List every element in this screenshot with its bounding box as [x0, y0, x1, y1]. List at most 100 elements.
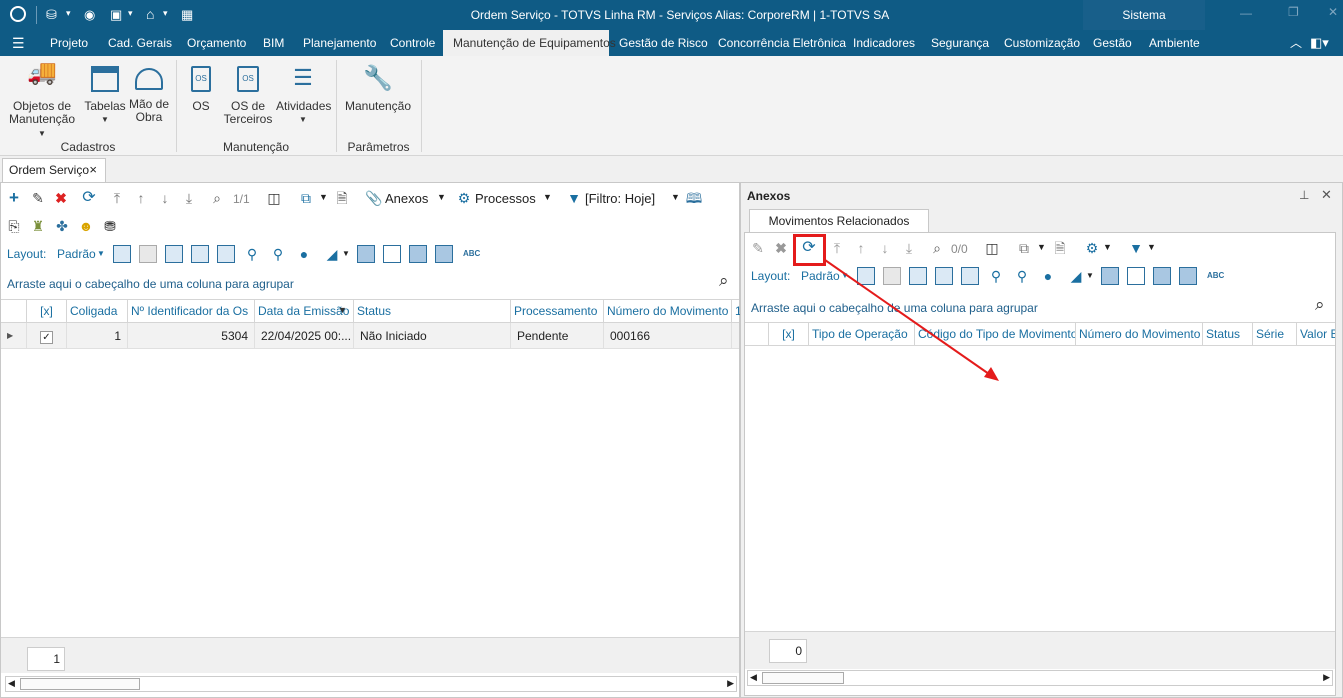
tab-movimentos-relacionados[interactable]: Movimentos Relacionados: [749, 209, 929, 233]
ribbon-tabelas-button[interactable]: Tabelas ▼: [84, 66, 126, 126]
chevron-down-icon[interactable]: ▼: [319, 192, 328, 202]
row-checkbox[interactable]: ✓: [27, 323, 67, 349]
network-icon[interactable]: ⛁: [46, 7, 57, 23]
ribbon-manutencao-parametros-button[interactable]: 🔧 Manutenção: [344, 66, 412, 113]
search-icon[interactable]: ⌕: [719, 271, 729, 291]
chevron-down-icon[interactable]: ▼: [342, 249, 350, 258]
menu-item-bim[interactable]: BIM: [253, 30, 294, 56]
chevron-down-icon[interactable]: ▾: [66, 8, 71, 19]
layout-download-icon[interactable]: [217, 245, 235, 263]
tab-ordem-servico[interactable]: Ordem Serviço ×: [2, 158, 106, 182]
column-more[interactable]: 1: [732, 300, 740, 322]
menu-item-manutencao-equipamentos[interactable]: Manutenção de Equipamentos: [443, 30, 616, 56]
horizontal-scrollbar[interactable]: ◀ ▶: [5, 676, 737, 692]
column-processamento[interactable]: Processamento: [511, 300, 604, 322]
layout-upload-icon[interactable]: [191, 245, 209, 263]
row-expand-icon[interactable]: ▶: [1, 323, 27, 349]
pin-panel-icon[interactable]: ⊥: [1299, 188, 1309, 202]
menu-item-planejamento[interactable]: Planejamento: [293, 30, 386, 56]
window-icon[interactable]: ▣: [110, 7, 122, 23]
collapse-ribbon-icon[interactable]: ︿: [1290, 34, 1302, 51]
minimize-icon[interactable]: —: [1240, 6, 1252, 20]
layout-save-icon[interactable]: [165, 245, 183, 263]
close-tab-icon[interactable]: ×: [89, 159, 97, 181]
pin-down-icon[interactable]: ⚲: [269, 245, 287, 263]
column-numero-movimento[interactable]: Número do Movimento: [604, 300, 732, 322]
menu-hamburger-icon[interactable]: ☰: [12, 35, 25, 52]
menu-item-concorrencia[interactable]: Concorrência Eletrônica: [708, 30, 856, 56]
paperclip-icon[interactable]: 📎: [365, 189, 383, 207]
puzzle-icon[interactable]: ✤: [53, 217, 71, 235]
copy-icon[interactable]: ⎘: [5, 217, 23, 235]
plugin-icon[interactable]: ♜: [29, 217, 47, 235]
user-group-icon[interactable]: ☻: [77, 217, 95, 235]
menu-item-seguranca[interactable]: Segurança: [921, 30, 999, 56]
first-record-icon[interactable]: ⤒: [108, 189, 126, 207]
chevron-down-icon[interactable]: ▼: [671, 192, 680, 202]
filter-icon[interactable]: ▼: [565, 189, 583, 207]
last-record-icon[interactable]: ⤓: [180, 189, 198, 207]
menu-item-controle[interactable]: Controle: [380, 30, 445, 56]
system-label[interactable]: Sistema: [1083, 8, 1205, 22]
header-toggle-icon[interactable]: [409, 245, 427, 263]
report-icon[interactable]: 🗎: [333, 189, 351, 207]
scrollbar-thumb[interactable]: [20, 678, 140, 690]
view-icon[interactable]: ◉: [84, 7, 95, 23]
menu-item-customizacao[interactable]: Customização: [994, 30, 1090, 56]
scroll-right-icon[interactable]: ▶: [1323, 672, 1330, 683]
column-identificador[interactable]: Nº Identificador da Os: [128, 300, 255, 322]
layout-remove-icon[interactable]: [139, 245, 157, 263]
chevron-down-icon[interactable]: ▾: [128, 8, 133, 19]
group-by-hint[interactable]: Arraste aqui o cabeçalho de uma coluna p…: [7, 277, 294, 291]
processos-button[interactable]: Processos: [475, 191, 536, 206]
scroll-left-icon[interactable]: ◀: [8, 678, 15, 689]
menu-item-orcamento[interactable]: Orçamento: [177, 30, 256, 56]
menu-item-gestao[interactable]: Gestão: [1083, 30, 1142, 56]
add-icon[interactable]: +: [5, 189, 23, 207]
export-icon[interactable]: ⧉: [297, 189, 315, 207]
ribbon-mao-de-obra-button[interactable]: Mão de Obra: [128, 66, 170, 124]
menu-item-indicadores[interactable]: Indicadores: [843, 30, 925, 56]
column-status[interactable]: Status: [354, 300, 511, 322]
gear-icon[interactable]: ⚙: [455, 189, 473, 207]
home-icon[interactable]: ⌂: [146, 6, 154, 22]
column-coligada[interactable]: Coligada: [67, 300, 128, 322]
layout-toggle-icon[interactable]: ◧▾: [1310, 35, 1329, 51]
close-panel-icon[interactable]: ✕: [1321, 187, 1332, 203]
chevron-down-icon[interactable]: ▾: [163, 8, 168, 19]
spellcheck-icon[interactable]: ABC: [463, 249, 480, 258]
anexos-button[interactable]: Anexos: [385, 191, 428, 206]
scroll-right-icon[interactable]: ▶: [727, 678, 734, 689]
maximize-icon[interactable]: ❐: [1288, 5, 1299, 19]
filter-button[interactable]: [Filtro: Hoje]: [585, 191, 655, 206]
close-icon[interactable]: ✕: [1328, 5, 1338, 19]
pin-icon[interactable]: ⚲: [243, 245, 261, 263]
menu-item-projeto[interactable]: Projeto: [40, 30, 98, 56]
chevron-down-icon[interactable]: ▼: [437, 192, 446, 202]
group-panel-icon[interactable]: [383, 245, 401, 263]
chevron-down-icon[interactable]: ▼: [543, 192, 552, 202]
search-icon[interactable]: ⌕: [208, 189, 226, 207]
ribbon-objetos-manutencao-button[interactable]: 🚚 Objetos de Manutenção ▼: [4, 61, 80, 140]
previous-record-icon[interactable]: ↑: [132, 189, 150, 207]
table-row[interactable]: ▶ ✓ 1 5304 22/04/2025 00:... Não Iniciad…: [1, 323, 739, 349]
book-icon[interactable]: 🕮: [685, 189, 703, 207]
layout-add-icon[interactable]: [113, 245, 131, 263]
color-icon[interactable]: ●: [295, 245, 313, 263]
next-record-icon[interactable]: ↓: [156, 189, 174, 207]
ribbon-os-terceiros-button[interactable]: OS OS de Terceiros: [222, 66, 274, 126]
menu-item-gestao-risco[interactable]: Gestão de Risco: [609, 30, 718, 56]
ribbon-os-button[interactable]: OS OS: [184, 66, 218, 113]
footer-toggle-icon[interactable]: [357, 245, 375, 263]
delete-icon[interactable]: ✖: [52, 189, 70, 207]
chevron-down-icon[interactable]: ▼: [97, 249, 105, 258]
edit-icon[interactable]: ✎: [29, 189, 47, 207]
columns-icon[interactable]: ◫: [265, 189, 283, 207]
horizontal-scrollbar[interactable]: ◀ ▶: [747, 670, 1333, 686]
ribbon-atividades-button[interactable]: ☰ Atividades ▼: [276, 66, 331, 126]
column-select-all[interactable]: [x]: [27, 300, 67, 322]
refresh-icon[interactable]: ⟳: [80, 189, 98, 207]
app-logo-icon[interactable]: [10, 6, 26, 22]
rows-toggle-icon[interactable]: [435, 245, 453, 263]
layout-select[interactable]: Padrão: [57, 247, 96, 261]
